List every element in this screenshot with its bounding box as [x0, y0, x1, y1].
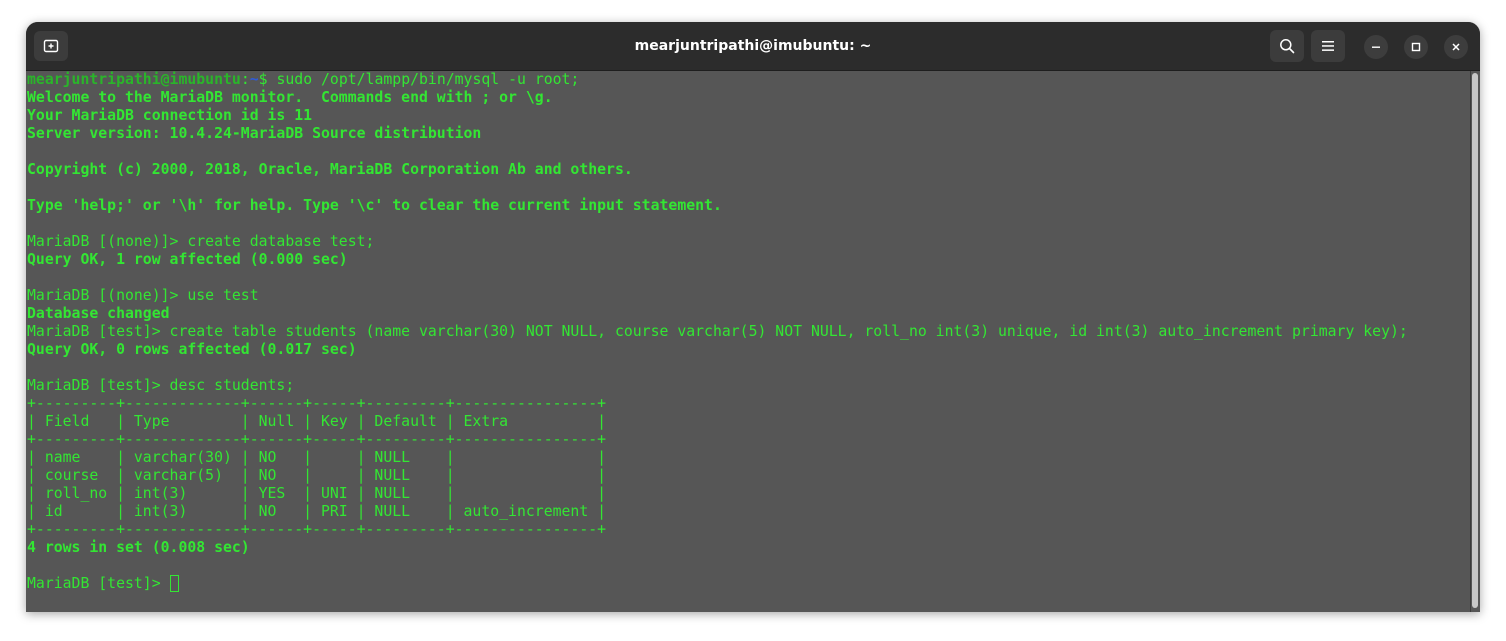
minimize-button[interactable] [1364, 35, 1388, 59]
prompt-directory: ~ [249, 71, 259, 88]
close-button[interactable] [1444, 35, 1468, 59]
search-icon [1280, 39, 1295, 54]
window-title: mearjuntripathi@imubuntu: ~ [634, 38, 872, 54]
output-line: Query OK, 0 rows affected (0.017 sec) [27, 341, 357, 358]
terminal-window: mearjuntripathi@imubuntu: ~ mearjuntripa… [26, 22, 1480, 612]
new-tab-button[interactable] [34, 31, 68, 61]
table-row: | course | varchar(5) | NO | | NULL | | [27, 467, 607, 484]
terminal-text: mearjuntripathi@imubuntu:~$ sudo /opt/la… [27, 71, 1408, 593]
command-line: MariaDB [(none)]> use test [27, 287, 259, 304]
output-line: Server version: 10.4.24-MariaDB Source d… [27, 125, 482, 142]
scrollbar-thumb[interactable] [1472, 73, 1478, 608]
output-line: Copyright (c) 2000, 2018, Oracle, MariaD… [27, 161, 633, 178]
table-header: | Field | Type | Null | Key | Default | … [27, 413, 607, 430]
command-line: MariaDB [test]> desc students; [27, 377, 295, 394]
current-prompt-line[interactable]: MariaDB [test]> [27, 575, 1408, 593]
vertical-scrollbar[interactable] [1471, 71, 1480, 612]
maximize-button[interactable] [1404, 35, 1428, 59]
output-line: 4 rows in set (0.008 sec) [27, 539, 250, 556]
minimize-icon [1372, 46, 1380, 48]
output-line: Your MariaDB connection id is 11 [27, 107, 313, 124]
table-row: | id | int(3) | NO | PRI | NULL | auto_i… [27, 503, 607, 520]
prompt-user: mearjuntripathi@imubuntu [27, 71, 241, 88]
menu-button[interactable] [1311, 30, 1345, 62]
command-line: MariaDB [test]> create table students (n… [27, 323, 1408, 340]
table-border: +---------+-------------+------+-----+--… [27, 395, 607, 412]
table-border: +---------+-------------+------+-----+--… [27, 431, 607, 448]
close-icon [1452, 43, 1460, 51]
prompt-command: $ sudo /opt/lampp/bin/mysql -u root; [258, 71, 580, 88]
output-line: Welcome to the MariaDB monitor. Commands… [27, 89, 553, 106]
prompt-separator: : [240, 71, 250, 88]
table-row: | roll_no | int(3) | YES | UNI | NULL | … [27, 485, 607, 502]
new-tab-icon [43, 39, 59, 53]
title-bar[interactable]: mearjuntripathi@imubuntu: ~ [26, 22, 1480, 71]
table-row: | name | varchar(30) | NO | | NULL | | [27, 449, 607, 466]
prompt-line: mearjuntripathi@imubuntu:~$ sudo /opt/la… [27, 71, 1408, 89]
hamburger-menu-icon [1322, 41, 1334, 51]
current-prompt: MariaDB [test]> [27, 575, 170, 592]
command-line: MariaDB [(none)]> create database test; [27, 233, 375, 250]
maximize-icon [1411, 42, 1421, 52]
output-line: Database changed [27, 305, 170, 322]
text-cursor [169, 575, 179, 592]
table-border: +---------+-------------+------+-----+--… [27, 521, 607, 538]
output-line: Query OK, 1 row affected (0.000 sec) [27, 251, 348, 268]
output-line: Type 'help;' or '\h' for help. Type '\c'… [27, 197, 722, 214]
search-button[interactable] [1270, 30, 1304, 62]
terminal-output[interactable]: mearjuntripathi@imubuntu:~$ sudo /opt/la… [26, 71, 1470, 612]
